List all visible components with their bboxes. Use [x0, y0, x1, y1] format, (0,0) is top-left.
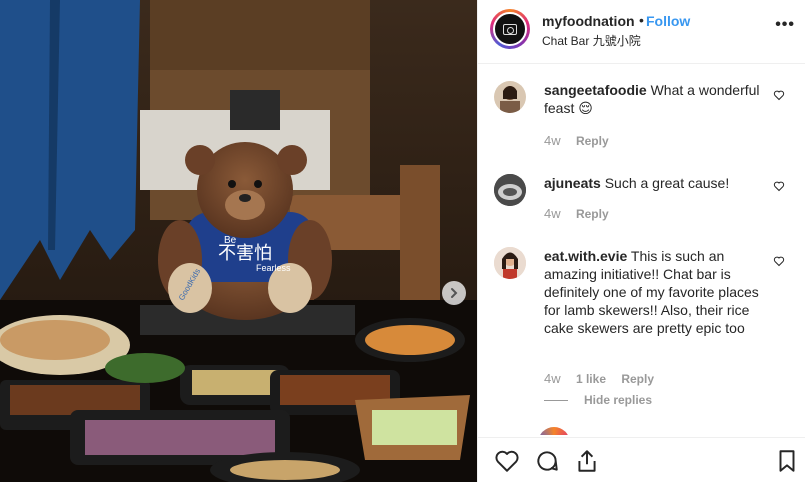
commenter-avatar[interactable]	[494, 174, 526, 206]
food-photo-illustration	[0, 0, 477, 482]
avatar-image	[494, 174, 526, 206]
avatar-inner	[493, 12, 527, 46]
reply-button[interactable]: Reply	[621, 372, 654, 386]
commenter-avatar[interactable]	[494, 81, 526, 113]
next-photo-button[interactable]	[442, 281, 466, 305]
post-photo[interactable]: Be 不害怕 Fearless GoodKids	[0, 0, 477, 482]
avatar-image	[494, 247, 526, 279]
comment-time[interactable]: 4w	[544, 133, 561, 148]
hide-replies-button[interactable]: Hide replies	[544, 393, 652, 407]
share-icon[interactable]	[574, 448, 600, 474]
avatar-image	[500, 86, 520, 113]
reply-button[interactable]: Reply	[576, 207, 609, 221]
hide-replies-label: Hide replies	[584, 393, 653, 407]
author-avatar[interactable]	[490, 9, 530, 49]
reply-avatar[interactable]	[538, 427, 570, 435]
heart-icon[interactable]	[773, 255, 785, 267]
heart-icon[interactable]	[773, 89, 785, 101]
reply-button[interactable]: Reply	[576, 134, 609, 148]
heart-icon[interactable]	[773, 180, 785, 192]
comment-meta: 4w 1 like Reply	[544, 371, 654, 386]
bookmark-icon[interactable]	[774, 448, 800, 474]
post-header: myfoodnation • Follow Chat Bar 九號小院 •••	[478, 0, 805, 64]
follow-button[interactable]: Follow	[646, 13, 690, 29]
shirt-text-bottom: Fearless	[256, 263, 291, 273]
post-actions-bar	[478, 437, 805, 482]
comment-content: Such a great cause!	[604, 175, 730, 191]
comment-icon[interactable]	[534, 448, 560, 474]
separator-dot: •	[639, 12, 644, 28]
comment-username[interactable]: sangeetafoodie	[544, 82, 647, 98]
commenter-avatar[interactable]	[494, 247, 526, 279]
author-username[interactable]: myfoodnation	[542, 13, 635, 29]
camera-icon	[503, 23, 517, 35]
more-options-button[interactable]: •••	[775, 16, 795, 34]
comment-time[interactable]: 4w	[544, 206, 561, 221]
comment-text: ajuneats Such a great cause!	[544, 174, 774, 192]
comment-username[interactable]: ajuneats	[544, 175, 601, 191]
comment-time[interactable]: 4w	[544, 371, 561, 386]
comment-meta: 4w Reply	[544, 206, 609, 221]
hide-replies-line	[544, 400, 568, 402]
comments-list[interactable]: sangeetafoodie What a wonderful feast 😌 …	[478, 65, 805, 435]
heart-icon[interactable]	[494, 448, 520, 474]
comment-username[interactable]: eat.with.evie	[544, 248, 627, 264]
post-side-panel: myfoodnation • Follow Chat Bar 九號小院 ••• …	[477, 0, 805, 482]
likes-count[interactable]: 1 like	[576, 372, 606, 386]
comment-text: sangeetafoodie What a wonderful feast 😌	[544, 81, 774, 117]
comment-text: eat.with.evie This is such an amazing in…	[544, 247, 774, 337]
chevron-right-icon	[451, 288, 458, 298]
location-link[interactable]: Chat Bar 九號小院	[542, 32, 641, 49]
comment-meta: 4w Reply	[544, 133, 609, 148]
